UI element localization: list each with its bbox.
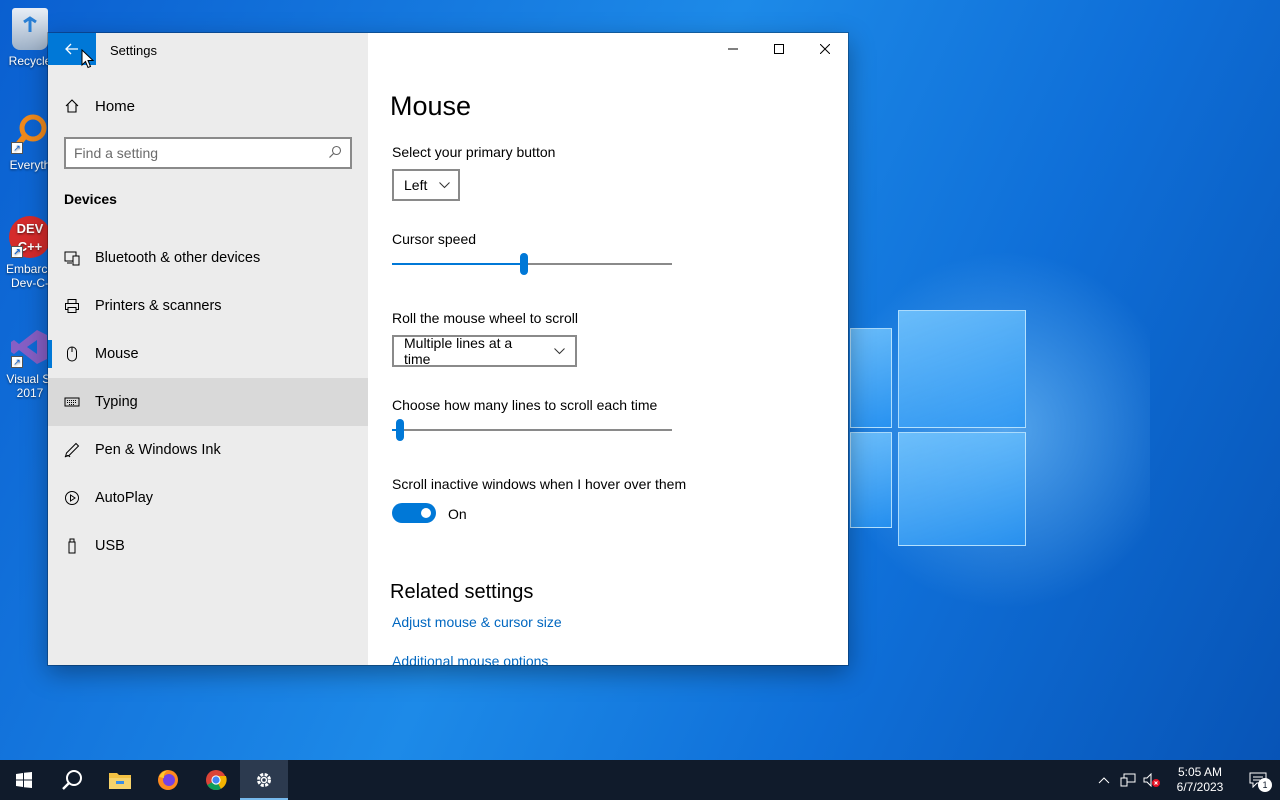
back-arrow-icon [65, 43, 78, 55]
lines-to-scroll-slider[interactable] [392, 418, 672, 442]
wheel-scroll-dropdown[interactable]: Multiple lines at a time [392, 335, 577, 367]
primary-button-dropdown[interactable]: Left [392, 169, 460, 201]
cursor-speed-slider[interactable] [392, 252, 672, 276]
devcpp-icon: DEV C++ ↗ [9, 216, 51, 258]
nav-list: Bluetooth & other devices Printers & sca… [48, 234, 368, 570]
sidebar: Settings Home Devices Bluetooth & other … [48, 33, 368, 665]
search-icon [328, 145, 342, 162]
taskbar-search-button[interactable] [48, 760, 96, 800]
taskbar-firefox[interactable] [144, 760, 192, 800]
related-settings-heading: Related settings [390, 581, 534, 603]
inactive-scroll-label: Scroll inactive windows when I hover ove… [392, 476, 687, 492]
settings-icon [257, 773, 271, 787]
section-heading: Devices [64, 191, 117, 207]
visual-studio-icon: ↗ [9, 326, 51, 368]
file-explorer-icon [109, 773, 131, 789]
taskbar: 5:05 AM 6/7/2023 1 [0, 760, 1280, 800]
search-box[interactable] [64, 137, 352, 169]
printer-icon [64, 298, 80, 314]
keyboard-icon [64, 394, 80, 410]
sidebar-item-typing[interactable]: Typing [48, 378, 368, 426]
sidebar-item-pen[interactable]: Pen & Windows Ink [48, 426, 368, 474]
everything-search-icon: ↗ [9, 112, 51, 154]
bluetooth-devices-icon [64, 250, 80, 266]
sidebar-item-mouse[interactable]: Mouse [48, 330, 368, 378]
sidebar-item-label: Bluetooth & other devices [95, 250, 261, 266]
clock-time: 5:05 AM [1177, 765, 1223, 779]
start-icon [16, 772, 32, 788]
sidebar-item-label: Typing [95, 394, 138, 410]
network-button[interactable] [1116, 773, 1140, 787]
wheel-scroll-label: Roll the mouse wheel to scroll [392, 310, 578, 326]
cursor-speed-label: Cursor speed [392, 231, 477, 247]
sidebar-item-label: Pen & Windows Ink [95, 442, 221, 458]
chevron-down-icon [439, 178, 451, 192]
usb-icon [64, 538, 80, 554]
volume-muted-icon [1143, 773, 1160, 787]
start-button[interactable] [0, 760, 48, 800]
dropdown-value: Left [404, 177, 428, 193]
notification-count-badge: 1 [1258, 778, 1272, 792]
chevron-up-icon [1098, 777, 1110, 784]
toggle-state-text: On [448, 506, 467, 522]
taskbar-settings[interactable] [240, 760, 288, 800]
autoplay-icon [64, 490, 80, 506]
show-hidden-icons-button[interactable] [1092, 776, 1116, 784]
recycle-bin-icon [12, 8, 48, 50]
sidebar-item-bluetooth[interactable]: Bluetooth & other devices [48, 234, 368, 282]
home-nav-item[interactable]: Home [48, 89, 368, 123]
slider-thumb[interactable] [519, 253, 528, 275]
sidebar-item-label: Printers & scanners [95, 298, 222, 314]
system-tray: 5:05 AM 6/7/2023 1 [1092, 760, 1280, 800]
dropdown-value: Multiple lines at a time [404, 335, 513, 367]
slider-thumb[interactable] [396, 419, 405, 441]
adjust-cursor-size-link[interactable]: Adjust mouse & cursor size [392, 614, 562, 630]
content-pane: Mouse Select your primary button Left Cu… [368, 33, 848, 665]
primary-button-label: Select your primary button [392, 144, 556, 160]
chevron-down-icon [554, 344, 565, 358]
slider-track [392, 429, 672, 431]
sidebar-item-autoplay[interactable]: AutoPlay [48, 474, 368, 522]
inactive-scroll-toggle[interactable] [392, 503, 436, 523]
mouse-icon [64, 346, 80, 362]
mouse-pointer-icon [81, 49, 95, 69]
network-icon [1120, 773, 1136, 787]
taskbar-file-explorer[interactable] [96, 760, 144, 800]
lines-to-scroll-label: Choose how many lines to scroll each tim… [392, 397, 658, 413]
search-input[interactable] [74, 145, 328, 161]
sidebar-item-label: Mouse [95, 346, 139, 362]
home-icon [64, 98, 80, 114]
volume-button[interactable] [1140, 773, 1164, 787]
pen-icon [64, 442, 80, 458]
app-title: Settings [110, 43, 157, 58]
settings-window: Settings Home Devices Bluetooth & other … [48, 33, 848, 665]
firefox-icon [158, 770, 178, 790]
clock[interactable]: 5:05 AM 6/7/2023 [1164, 765, 1236, 795]
taskbar-chrome[interactable] [192, 760, 240, 800]
sidebar-item-label: USB [95, 538, 125, 554]
home-label: Home [95, 97, 136, 115]
chrome-icon [206, 770, 227, 791]
page-title: Mouse [390, 91, 472, 121]
slider-fill [392, 263, 524, 265]
sidebar-item-usb[interactable]: USB [48, 522, 368, 570]
sidebar-item-printers[interactable]: Printers & scanners [48, 282, 368, 330]
action-center-button[interactable]: 1 [1236, 772, 1280, 792]
clock-date: 6/7/2023 [1176, 780, 1224, 794]
additional-mouse-options-link[interactable]: Additional mouse options [392, 653, 548, 665]
search-icon [62, 770, 82, 790]
sidebar-item-label: AutoPlay [95, 490, 154, 506]
windows-wallpaper-logo [850, 308, 1030, 548]
